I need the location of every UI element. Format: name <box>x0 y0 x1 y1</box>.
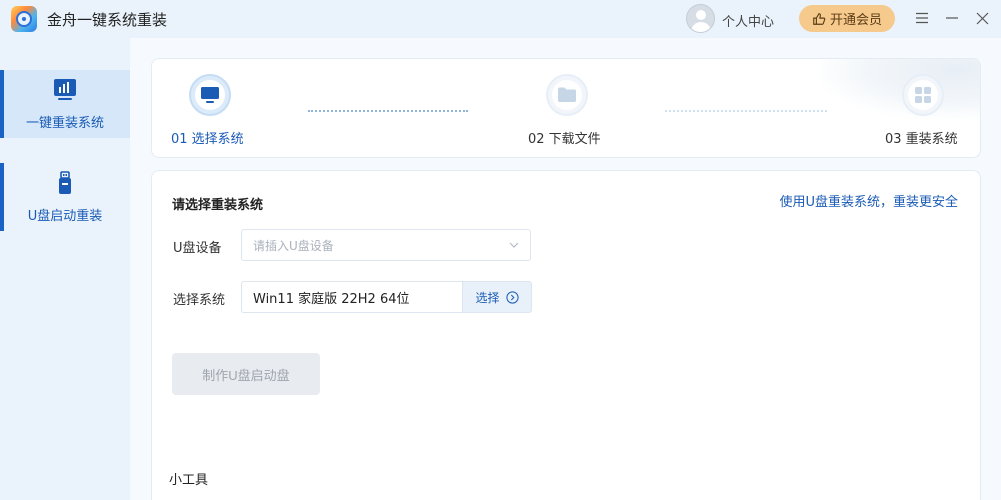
usb-device-select[interactable]: 请插入U盘设备 <box>241 229 531 261</box>
minimize-icon[interactable] <box>942 8 962 28</box>
chevron-right-circle-icon <box>505 290 519 304</box>
system-value: Win11 家庭版 22H2 64位 <box>253 291 410 307</box>
main-content: 01 选择系统 02 下载文件 03 重装系统 请选择重装系统 使用U盘重装系统… <box>130 38 1001 500</box>
grid-icon <box>915 87 931 103</box>
stepper: 01 选择系统 02 下载文件 03 重装系统 <box>151 58 981 158</box>
app-logo-icon <box>11 6 37 32</box>
usb-device-label: U盘设备 <box>173 241 222 256</box>
monitor-icon <box>201 87 219 103</box>
step-3-label: 03 重装系统 <box>885 132 958 147</box>
title-bar: 金舟一键系统重装 个人中心 开通会员 <box>0 0 1001 38</box>
tools-section-title: 小工具 <box>169 473 209 488</box>
step-2-label: 02 下载文件 <box>528 132 601 147</box>
system-label: 选择系统 <box>173 293 226 308</box>
step-3-indicator <box>902 74 944 116</box>
usb-device-placeholder: 请插入U盘设备 <box>253 238 334 253</box>
sidebar-item-label: U盘启动重装 <box>27 209 103 224</box>
choose-system-button[interactable]: 选择 <box>462 281 532 313</box>
sidebar-item-one-key-reinstall[interactable]: 一键重装系统 <box>0 70 130 138</box>
vip-button[interactable]: 开通会员 <box>799 5 895 32</box>
sidebar: 一键重装系统 U盘启动重装 <box>0 38 130 500</box>
close-icon[interactable] <box>972 8 992 28</box>
make-usb-boot-button[interactable]: 制作U盘启动盘 <box>172 353 320 395</box>
sidebar-item-label: 一键重装系统 <box>25 116 104 131</box>
choose-label: 选择 <box>475 290 500 305</box>
thumbs-up-icon <box>813 12 826 25</box>
step-1-indicator <box>189 74 231 116</box>
app-title: 金舟一键系统重装 <box>47 11 168 29</box>
decorative-graphic <box>820 59 980 119</box>
user-center-link[interactable]: 个人中心 <box>722 11 774 30</box>
usb-reinstall-link[interactable]: 使用U盘重装系统，重装更安全 <box>779 191 958 210</box>
system-value-field[interactable]: Win11 家庭版 22H2 64位 <box>241 281 463 313</box>
step-1-label: 01 选择系统 <box>171 132 244 147</box>
avatar[interactable] <box>686 4 715 33</box>
step-2-indicator <box>546 74 588 116</box>
folder-icon <box>558 87 576 102</box>
sidebar-item-usb-reinstall[interactable]: U盘启动重装 <box>0 163 130 231</box>
step-connector <box>665 110 827 112</box>
chevron-down-icon <box>509 242 519 248</box>
panel-title: 请选择重装系统 <box>172 198 264 213</box>
system-select-panel: 请选择重装系统 使用U盘重装系统，重装更安全 U盘设备 请插入U盘设备 选择系统… <box>151 170 981 500</box>
menu-icon[interactable] <box>912 8 932 28</box>
step-connector <box>308 110 468 112</box>
monitor-chart-icon <box>54 79 76 100</box>
usb-drive-icon <box>59 171 71 194</box>
vip-label: 开通会员 <box>829 12 882 27</box>
